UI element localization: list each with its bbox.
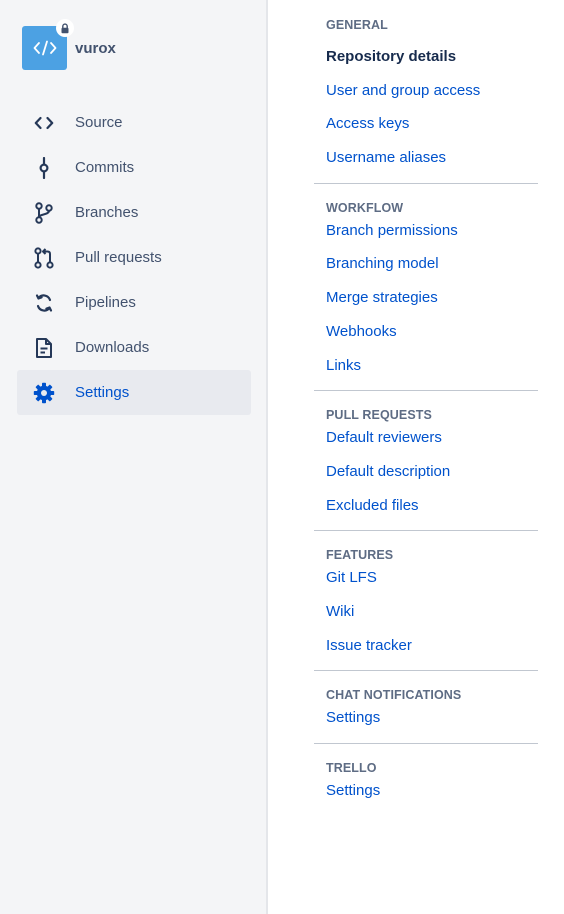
section-heading: CHAT NOTIFICATIONS: [326, 688, 462, 703]
lock-icon: [56, 19, 74, 37]
sidebar-item-label: Pull requests: [75, 249, 162, 266]
settings-link-issue-tracker[interactable]: Issue tracker: [314, 629, 538, 663]
settings-section-pull-requests: PULL REQUESTS Default reviewers Default …: [314, 391, 538, 532]
code-icon: [33, 40, 56, 56]
settings-menu: GENERAL Repository details User and grou…: [314, 0, 538, 816]
settings-section-general: GENERAL Repository details User and grou…: [314, 0, 538, 184]
branches-icon: [32, 201, 56, 225]
source-icon: [32, 111, 56, 135]
sidebar-item-label: Source: [75, 114, 123, 131]
settings-link-default-description[interactable]: Default description: [314, 455, 538, 489]
settings-section-workflow: WORKFLOW Branch permissions Branching mo…: [314, 184, 538, 392]
pull-request-icon: [32, 246, 56, 270]
commits-icon: [32, 156, 56, 180]
sidebar-item-label: Pipelines: [75, 294, 136, 311]
section-heading: WORKFLOW: [326, 200, 404, 215]
pipelines-icon: [32, 291, 56, 315]
sidebar-item-pipelines[interactable]: Pipelines: [17, 280, 251, 325]
sidebar-item-label: Downloads: [75, 339, 150, 356]
settings-link-merge-strategies[interactable]: Merge strategies: [314, 281, 538, 315]
settings-link-trello-settings[interactable]: Settings: [314, 774, 538, 808]
section-heading: FEATURES: [326, 548, 394, 563]
settings-section-chat-notifications: CHAT NOTIFICATIONS Settings: [314, 671, 538, 744]
sidebar: vurox Source Commits Branches Pull reque…: [0, 0, 268, 914]
settings-section-trello: TRELLO Settings: [314, 744, 538, 816]
sidebar-item-commits[interactable]: Commits: [17, 145, 251, 190]
sidebar-item-source[interactable]: Source: [17, 100, 251, 145]
settings-link-repository-details[interactable]: Repository details: [314, 40, 538, 74]
section-heading: TRELLO: [326, 761, 377, 775]
sidebar-nav: Source Commits Branches Pull requests Pi…: [17, 100, 251, 415]
repo-name[interactable]: vurox: [75, 40, 116, 57]
settings-link-links[interactable]: Links: [314, 349, 538, 383]
sidebar-item-label: Commits: [75, 159, 135, 176]
section-heading: PULL REQUESTS: [326, 408, 432, 423]
settings-section-features: FEATURES Git LFS Wiki Issue tracker: [314, 531, 538, 672]
settings-link-git-lfs[interactable]: Git LFS: [314, 561, 538, 595]
sidebar-item-settings[interactable]: Settings: [17, 370, 251, 415]
settings-link-branching-model[interactable]: Branching model: [314, 247, 538, 281]
settings-link-default-reviewers[interactable]: Default reviewers: [314, 421, 538, 455]
settings-link-branch-permissions[interactable]: Branch permissions: [314, 214, 538, 248]
sidebar-item-label: Settings: [75, 384, 130, 401]
settings-link-access-keys[interactable]: Access keys: [314, 107, 538, 141]
settings-link-webhooks[interactable]: Webhooks: [314, 315, 538, 349]
sidebar-item-label: Branches: [75, 204, 139, 221]
repo-header[interactable]: vurox: [22, 19, 116, 70]
settings-link-chat-settings[interactable]: Settings: [314, 701, 538, 735]
settings-link-wiki[interactable]: Wiki: [314, 595, 538, 629]
sidebar-item-branches[interactable]: Branches: [17, 190, 251, 235]
settings-link-username-aliases[interactable]: Username aliases: [314, 141, 538, 175]
settings-link-excluded-files[interactable]: Excluded files: [314, 489, 538, 523]
sidebar-item-downloads[interactable]: Downloads: [17, 325, 251, 370]
sidebar-item-pull-requests[interactable]: Pull requests: [17, 235, 251, 280]
section-heading: GENERAL: [326, 18, 388, 32]
settings-link-user-and-group-access[interactable]: User and group access: [314, 74, 538, 108]
downloads-icon: [32, 336, 56, 360]
settings-gear-icon: [32, 381, 56, 405]
repo-avatar[interactable]: [22, 19, 74, 70]
